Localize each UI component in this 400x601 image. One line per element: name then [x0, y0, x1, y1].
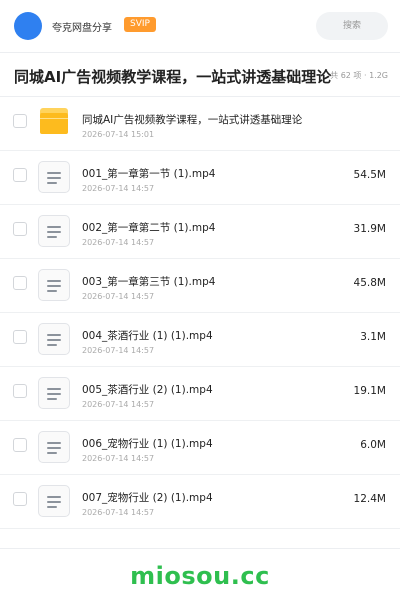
- select-checkbox[interactable]: [13, 330, 27, 344]
- item-size: 6.0M: [360, 439, 386, 451]
- item-name: 同城AI广告视频教学课程，一站式讲透基础理论: [82, 114, 303, 126]
- item-date: 2026-07-14 15:01: [82, 130, 155, 139]
- list-item[interactable]: 001_第一章第一节 (1).mp4 2026-07-14 14:57 54.5…: [0, 151, 400, 205]
- item-size: 3.1M: [360, 331, 386, 343]
- list-item[interactable]: 003_第一章第三节 (1).mp4 2026-07-14 14:57 45.8…: [0, 259, 400, 313]
- item-name: 005_茶酒行业 (2) (1).mp4: [82, 384, 213, 396]
- list-item-folder[interactable]: 同城AI广告视频教学课程，一站式讲透基础理论 2026-07-14 15:01: [0, 97, 400, 151]
- file-icon: [38, 269, 70, 301]
- select-checkbox[interactable]: [13, 222, 27, 236]
- list-item[interactable]: 004_茶酒行业 (1) (1).mp4 2026-07-14 14:57 3.…: [0, 313, 400, 367]
- item-date: 2026-07-14 14:57: [82, 292, 155, 301]
- item-size: 45.8M: [353, 277, 386, 289]
- list-item[interactable]: 002_第一章第二节 (1).mp4 2026-07-14 14:57 31.9…: [0, 205, 400, 259]
- select-checkbox[interactable]: [13, 168, 27, 182]
- avatar[interactable]: [14, 12, 42, 40]
- file-icon: [38, 431, 70, 463]
- item-date: 2026-07-14 14:57: [82, 400, 155, 409]
- list-item[interactable]: 006_宠物行业 (1) (1).mp4 2026-07-14 14:57 6.…: [0, 421, 400, 475]
- item-size: 54.5M: [353, 169, 386, 181]
- item-date: 2026-07-14 14:57: [82, 454, 155, 463]
- item-name: 003_第一章第三节 (1).mp4: [82, 276, 216, 288]
- item-name: 002_第一章第二节 (1).mp4: [82, 222, 216, 234]
- file-icon: [38, 161, 70, 193]
- search-input[interactable]: 搜索: [316, 12, 388, 40]
- select-checkbox[interactable]: [13, 438, 27, 452]
- item-date: 2026-07-14 14:57: [82, 184, 155, 193]
- select-checkbox[interactable]: [13, 114, 27, 128]
- username: 夸克网盘分享: [52, 23, 112, 34]
- top-bar: 夸克网盘分享 SVIP 搜索: [0, 0, 400, 52]
- item-size: 12.4M: [353, 493, 386, 505]
- file-icon: [38, 215, 70, 247]
- share-meta: 共 62 项 · 1.2G: [330, 71, 388, 80]
- item-name: 004_茶酒行业 (1) (1).mp4: [82, 330, 213, 342]
- item-size: 31.9M: [353, 223, 386, 235]
- item-date: 2026-07-14 14:57: [82, 346, 155, 355]
- item-date: 2026-07-14 14:57: [82, 238, 155, 247]
- file-icon: [38, 485, 70, 517]
- item-name: 001_第一章第一节 (1).mp4: [82, 168, 216, 180]
- row-divider: [0, 528, 400, 529]
- select-checkbox[interactable]: [13, 384, 27, 398]
- file-icon: [38, 377, 70, 409]
- select-checkbox[interactable]: [13, 492, 27, 506]
- item-size: 19.1M: [353, 385, 386, 397]
- share-title: 同城AI广告视频教学课程，一站式讲透基础理论: [14, 68, 332, 86]
- list-item[interactable]: 007_宠物行业 (2) (1).mp4 2026-07-14 14:57 12…: [0, 475, 400, 529]
- watermark: miosou.cc: [130, 562, 270, 590]
- file-icon: [38, 323, 70, 355]
- item-name: 006_宠物行业 (1) (1).mp4: [82, 438, 213, 450]
- item-date: 2026-07-14 14:57: [82, 508, 155, 517]
- select-checkbox[interactable]: [13, 276, 27, 290]
- list-item[interactable]: 005_茶酒行业 (2) (1).mp4 2026-07-14 14:57 19…: [0, 367, 400, 421]
- folder-icon: [40, 108, 68, 134]
- svip-badge: SVIP: [124, 17, 156, 32]
- item-name: 007_宠物行业 (2) (1).mp4: [82, 492, 213, 504]
- header-divider: [0, 52, 400, 53]
